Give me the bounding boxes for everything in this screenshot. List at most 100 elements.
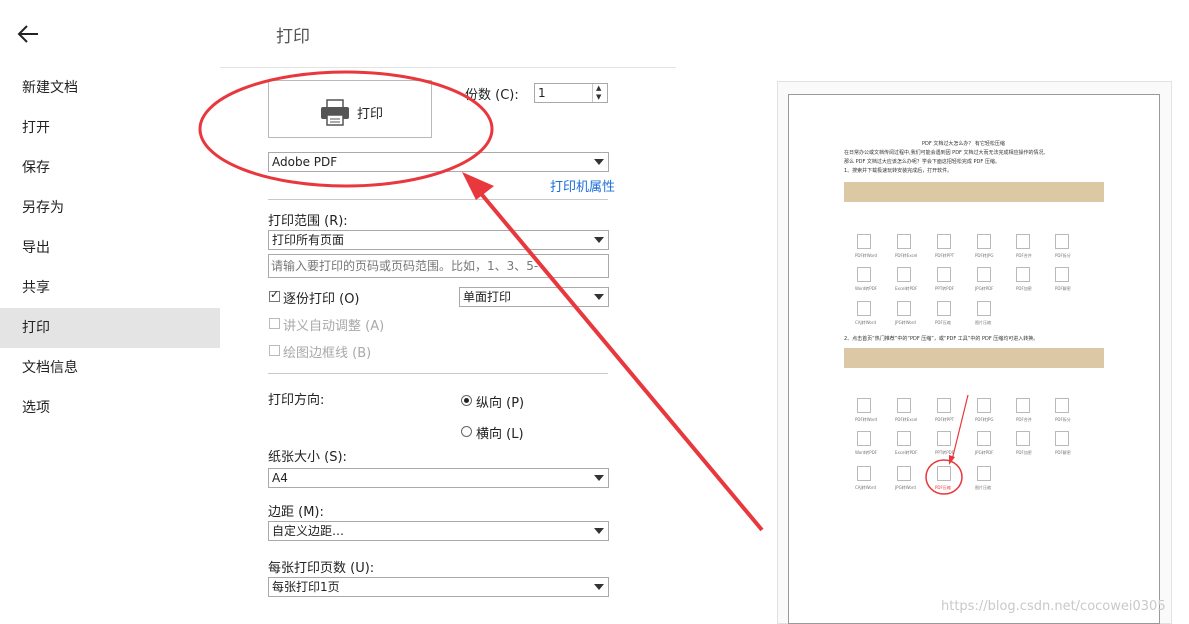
frame-checkbox (269, 345, 280, 356)
nav-open[interactable]: 打开 (0, 108, 220, 148)
pdf-file-icon (937, 234, 951, 249)
paper-size-select[interactable]: A4 (268, 468, 609, 488)
pdf-file-icon (1055, 398, 1069, 413)
icon-caption: PDF转PPT (935, 253, 955, 258)
range-select-value: 打印所有页面 (272, 233, 345, 247)
pdf-file-icon (937, 301, 951, 316)
pdf-file-icon (1055, 234, 1069, 249)
landscape-radio[interactable] (461, 426, 472, 437)
preview-doc-title: PDF 文档过大怎么办？ 有它轻松压缩 (922, 141, 1005, 147)
pdf-file-icon (857, 267, 871, 282)
copies-value: 1 (538, 86, 546, 100)
margin-select[interactable]: 自定义边距… (268, 521, 609, 541)
pages-per-sheet-label: 每张打印页数 (U): (268, 561, 375, 576)
pdf-file-icon (857, 398, 871, 413)
printer-select[interactable]: Adobe PDF (268, 152, 609, 172)
icon-caption: 图片压缩 (975, 320, 991, 325)
icon-caption: PDF加密 (1016, 286, 1032, 291)
range-select[interactable]: 打印所有页面 (268, 230, 609, 250)
pdf-file-icon (1016, 398, 1030, 413)
margin-label: 边距 (M): (268, 505, 324, 520)
collate-label: 逐份打印 (O) (283, 292, 360, 307)
back-arrow-icon[interactable] (14, 20, 44, 48)
pdf-file-icon (977, 398, 991, 413)
icon-caption: PDF合并 (1016, 253, 1032, 258)
divider (268, 199, 608, 200)
nav-share[interactable]: 共享 (0, 268, 220, 308)
icon-caption: Excel转PDF (895, 286, 918, 291)
icon-caption: PDF拆分 (1055, 253, 1071, 258)
icon-caption: PDF转JPG (975, 417, 994, 422)
stepper-down-icon[interactable]: ▼ (596, 94, 601, 101)
paper-size-value: A4 (272, 471, 288, 485)
duplex-select[interactable]: 单面打印 (459, 287, 609, 307)
icon-caption: Word转PDF (855, 286, 878, 291)
copies-stepper[interactable]: 1 ▲ ▼ (534, 83, 608, 103)
margin-value: 自定义边距… (272, 524, 345, 538)
duplex-select-value: 单面打印 (463, 290, 512, 304)
dropdown-arrow-icon (594, 294, 604, 300)
printer-properties-link[interactable]: 打印机属性 (550, 176, 615, 195)
print-button-label: 打印 (357, 107, 384, 122)
icon-caption: Excel转PDF (895, 450, 918, 455)
icon-caption: PPT转PDF (935, 286, 955, 291)
page-range-input[interactable]: 请输入要打印的页码或页码范围。比如，1、3、5- (268, 254, 609, 278)
dropdown-arrow-icon (594, 237, 604, 243)
pdf-file-icon (897, 234, 911, 249)
copies-stepper-buttons[interactable]: ▲ ▼ (592, 84, 607, 102)
nav-options[interactable]: 选项 (0, 388, 220, 428)
collate-checkbox[interactable]: ✓ (269, 288, 280, 302)
pdf-file-icon (977, 466, 991, 481)
range-label: 打印范围 (R): (268, 214, 348, 229)
pdf-file-icon (977, 301, 991, 316)
pdf-file-icon (897, 301, 911, 316)
divider (268, 373, 608, 374)
nav-document-info[interactable]: 文档信息 (0, 348, 220, 388)
pdf-file-icon (1016, 267, 1030, 282)
pdf-file-icon (857, 234, 871, 249)
icon-caption: PDF压缩 (935, 485, 951, 490)
icon-caption: PDF转Word (855, 253, 878, 258)
icon-caption: PDF合并 (1016, 417, 1032, 422)
pdf-file-icon (897, 398, 911, 413)
auto-fit-label: 讲义自动调整 (A) (283, 319, 385, 334)
title-divider (220, 67, 676, 68)
nav-save-as[interactable]: 另存为 (0, 188, 220, 228)
portrait-radio[interactable] (461, 395, 472, 406)
sidebar: 新建文档 打开 保存 另存为 导出 共享 打印 文档信息 选项 (0, 0, 220, 624)
pdf-file-icon (1055, 431, 1069, 446)
pdf-file-icon (977, 431, 991, 446)
pdf-file-icon (937, 398, 951, 413)
icon-caption: PDF转Excel (895, 253, 918, 258)
nav-save[interactable]: 保存 (0, 148, 220, 188)
icon-caption: JPG转PDF (975, 286, 994, 291)
portrait-label: 纵向 (P) (476, 396, 525, 411)
nav-export[interactable]: 导出 (0, 228, 220, 268)
page-title: 打印 (276, 27, 310, 47)
nav-new-document[interactable]: 新建文档 (0, 68, 220, 108)
pdf-file-icon (897, 466, 911, 481)
pages-per-sheet-select[interactable]: 每张打印1页 (268, 577, 609, 597)
icon-caption: PDF转PPT (935, 417, 955, 422)
pdf-file-icon (937, 466, 951, 481)
pdf-file-icon (937, 267, 951, 282)
preview-step2: 2、点击首页“热门推荐”中的“PDF 压缩”，或“PDF 工具”中的 PDF 压… (844, 336, 1039, 342)
icon-caption: JPG转Word (895, 320, 916, 325)
print-button[interactable]: 打印 (268, 80, 432, 138)
icon-caption: PDF转JPG (975, 253, 994, 258)
pdf-file-icon (937, 431, 951, 446)
icon-caption: PDF压缩 (935, 320, 951, 325)
copies-label: 份数 (C): (465, 88, 519, 103)
preview-app-toolbar (844, 182, 1104, 202)
stepper-up-icon[interactable]: ▲ (596, 85, 601, 92)
dropdown-arrow-icon (594, 159, 604, 165)
dropdown-arrow-icon (594, 475, 604, 481)
printer-icon (319, 99, 351, 131)
pdf-file-icon (977, 267, 991, 282)
paper-size-label: 纸张大小 (S): (268, 450, 347, 465)
nav-print[interactable]: 打印 (0, 308, 220, 348)
icon-caption: CAJ转Word (855, 485, 876, 490)
auto-fit-checkbox (269, 318, 280, 329)
printer-select-value: Adobe PDF (272, 155, 338, 169)
dropdown-arrow-icon (594, 584, 604, 590)
